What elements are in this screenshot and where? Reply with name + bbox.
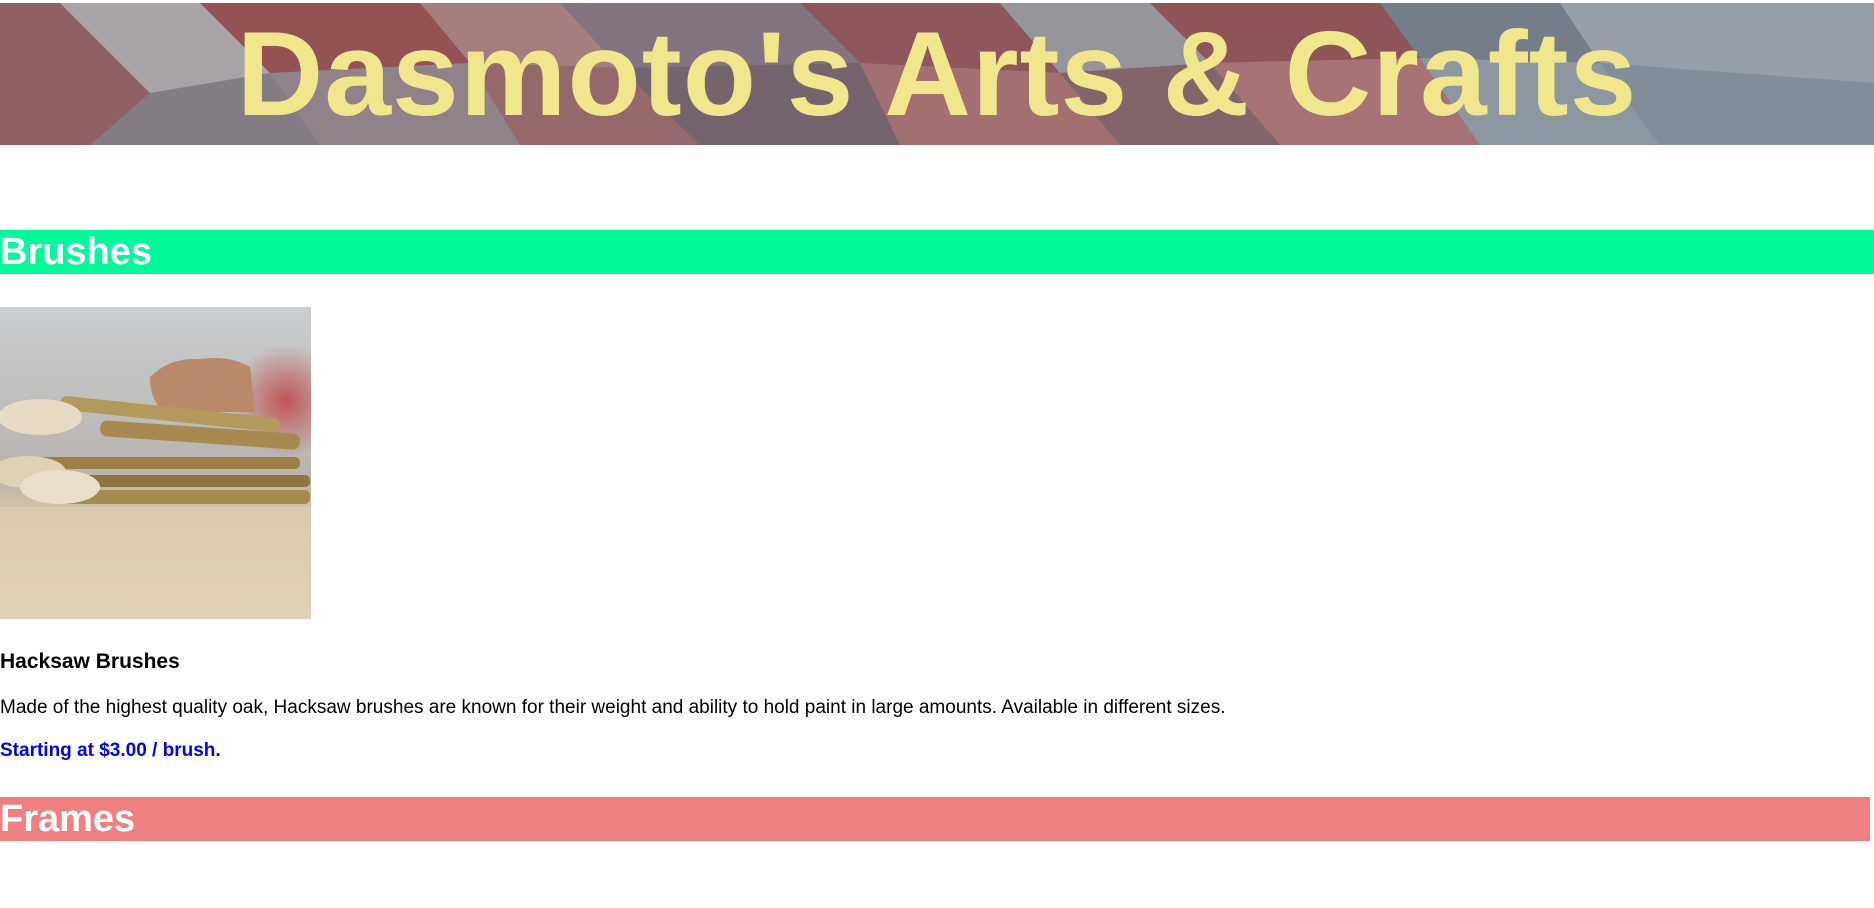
product-description: Made of the highest quality oak, Hacksaw…: [0, 697, 1226, 718]
site-title: Dasmoto's Arts & Crafts: [236, 7, 1638, 141]
banner: Dasmoto's Arts & Crafts: [0, 3, 1874, 145]
product-price: Starting at $3.00 / brush.: [0, 740, 221, 761]
product-name: Hacksaw Brushes: [0, 650, 180, 673]
brushes-section-header: Brushes: [0, 230, 1874, 274]
frames-section-header: Frames: [0, 797, 1870, 841]
paint-brushes-photo: [0, 307, 311, 619]
